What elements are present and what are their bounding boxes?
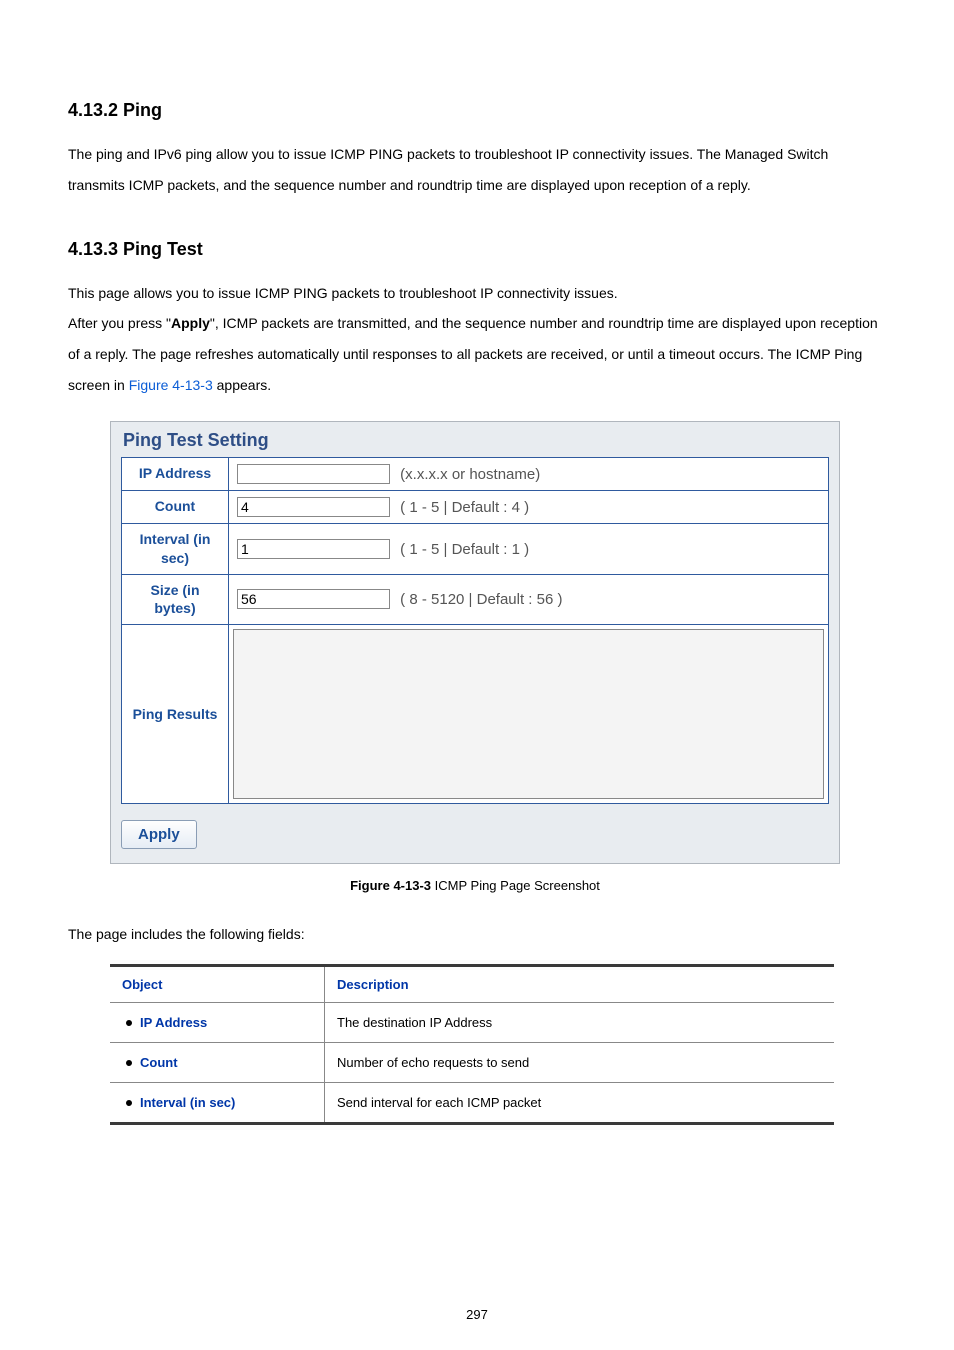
obj-cell: IP Address: [110, 1003, 325, 1043]
head-description: Description: [325, 966, 835, 1003]
para-ping-test: This page allows you to issue ICMP PING …: [68, 278, 886, 401]
para-line-2a: After you press ": [68, 315, 171, 331]
count-input[interactable]: [237, 497, 390, 517]
fields-table: Object Description IP Address The destin…: [110, 964, 834, 1125]
label-results: Ping Results: [122, 625, 229, 804]
hint-ip: (x.x.x.x or hostname): [400, 466, 540, 483]
apply-word: Apply: [171, 315, 210, 331]
cell-results: [229, 625, 829, 804]
panel-title: Ping Test Setting: [123, 430, 829, 451]
row-results: Ping Results: [122, 625, 829, 804]
bullet-icon: [126, 1100, 132, 1106]
apply-button[interactable]: Apply: [121, 820, 197, 849]
hint-count: ( 1 - 5 | Default : 4 ): [400, 499, 529, 516]
figure-link[interactable]: Figure 4-13-3: [129, 377, 213, 393]
row-ip: IP Address (x.x.x.x or hostname): [122, 457, 829, 490]
row-count: Count ( 1 - 5 | Default : 4 ): [122, 490, 829, 523]
heading-ping: 4.13.2 Ping: [68, 100, 886, 121]
caption-bold: Figure 4-13-3: [350, 878, 431, 893]
obj-cell: Interval (in sec): [110, 1083, 325, 1124]
ping-test-panel: Ping Test Setting IP Address (x.x.x.x or…: [110, 421, 840, 865]
label-ip: IP Address: [122, 457, 229, 490]
head-object: Object: [110, 966, 325, 1003]
row-interval: Interval (in sec) ( 1 - 5 | Default : 1 …: [122, 523, 829, 574]
figure-caption: Figure 4-13-3 ICMP Ping Page Screenshot: [110, 878, 840, 893]
obj-text: IP Address: [140, 1015, 207, 1030]
fields-head-row: Object Description: [110, 966, 834, 1003]
label-interval: Interval (in sec): [122, 523, 229, 574]
ping-form-table: IP Address (x.x.x.x or hostname) Count (…: [121, 457, 829, 805]
desc-cell: Number of echo requests to send: [325, 1043, 835, 1083]
heading-ping-test: 4.13.3 Ping Test: [68, 239, 886, 260]
desc-cell: Send interval for each ICMP packet: [325, 1083, 835, 1124]
para-line-2c: appears.: [213, 377, 271, 393]
cell-ip: (x.x.x.x or hostname): [229, 457, 829, 490]
hint-interval: ( 1 - 5 | Default : 1 ): [400, 541, 529, 558]
label-size: Size (in bytes): [122, 574, 229, 625]
caption-rest: ICMP Ping Page Screenshot: [431, 878, 600, 893]
fields-row: Count Number of echo requests to send: [110, 1043, 834, 1083]
obj-text: Count: [140, 1055, 178, 1070]
obj-cell: Count: [110, 1043, 325, 1083]
page-number: 297: [0, 1307, 954, 1322]
para-ping: The ping and IPv6 ping allow you to issu…: [68, 139, 886, 201]
para-line-1: This page allows you to issue ICMP PING …: [68, 285, 618, 301]
bullet-icon: [126, 1060, 132, 1066]
interval-input[interactable]: [237, 539, 390, 559]
page: 4.13.2 Ping The ping and IPv6 ping allow…: [0, 0, 954, 1350]
ip-input[interactable]: [237, 464, 390, 484]
size-input[interactable]: [237, 589, 390, 609]
cell-count: ( 1 - 5 | Default : 4 ): [229, 490, 829, 523]
fields-intro: The page includes the following fields:: [68, 919, 886, 950]
results-textarea[interactable]: [233, 629, 824, 799]
fields-row: Interval (in sec) Send interval for each…: [110, 1083, 834, 1124]
label-count: Count: [122, 490, 229, 523]
figure-panel-wrap: Ping Test Setting IP Address (x.x.x.x or…: [110, 421, 840, 894]
desc-cell: The destination IP Address: [325, 1003, 835, 1043]
cell-interval: ( 1 - 5 | Default : 1 ): [229, 523, 829, 574]
obj-text: Interval (in sec): [140, 1095, 235, 1110]
cell-size: ( 8 - 5120 | Default : 56 ): [229, 574, 829, 625]
button-row: Apply: [121, 820, 829, 849]
bullet-icon: [126, 1020, 132, 1026]
row-size: Size (in bytes) ( 8 - 5120 | Default : 5…: [122, 574, 829, 625]
fields-row: IP Address The destination IP Address: [110, 1003, 834, 1043]
hint-size: ( 8 - 5120 | Default : 56 ): [400, 591, 562, 608]
